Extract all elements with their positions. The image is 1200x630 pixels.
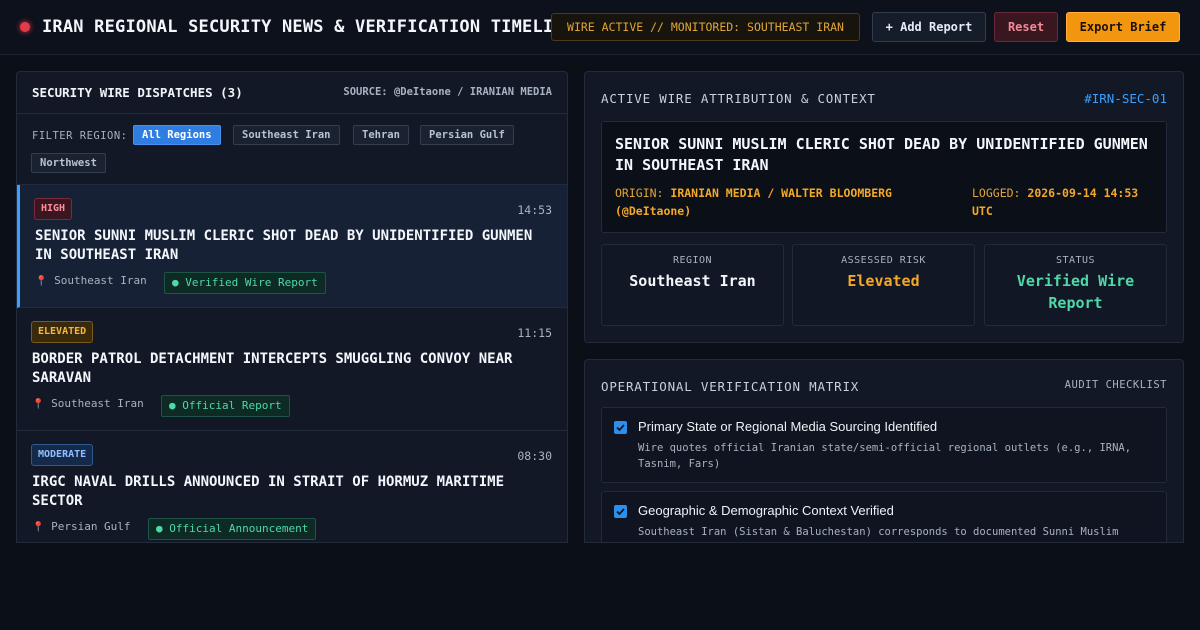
filter-chip-southeast-iran[interactable]: Southeast Iran xyxy=(233,125,340,145)
checkmark-icon xyxy=(616,424,625,432)
checklist-item: Geographic & Demographic Context Verifie… xyxy=(601,491,1167,542)
dispatch-time: 08:30 xyxy=(517,449,552,463)
reset-button[interactable]: Reset xyxy=(994,12,1058,42)
dispatch-title: IRGC NAVAL DRILLS ANNOUNCED IN STRAIT OF… xyxy=(32,474,505,509)
attribution-box: SENIOR SUNNI MUSLIM CLERIC SHOT DEAD BY … xyxy=(601,121,1167,233)
severity-badge: HIGH xyxy=(34,198,73,220)
export-brief-button[interactable]: Export Brief xyxy=(1066,12,1180,42)
attribution-id[interactable]: #IRN-SEC-01 xyxy=(1084,91,1167,106)
dispatch-card[interactable]: HIGH 14:53 SENIOR SUNNI MUSLIM CLERIC SH… xyxy=(17,185,567,308)
dispatch-status-badge: ● Verified Wire Report xyxy=(164,272,326,294)
top-bar: IRAN REGIONAL SECURITY NEWS & VERIFICATI… xyxy=(0,0,1200,55)
checklist-item: Primary State or Regional Media Sourcing… xyxy=(601,407,1167,483)
wire-status-badge: WIRE ACTIVE // MONITORED: SOUTHEAST IRAN xyxy=(551,13,860,41)
add-report-button[interactable]: + Add Report xyxy=(872,12,986,42)
live-indicator-icon xyxy=(20,22,30,32)
attribution-origin: ORIGIN: IRANIAN MEDIA / WALTER BLOOMBERG… xyxy=(615,186,892,218)
stat-region: REGION Southeast Iran xyxy=(601,244,784,326)
checklist-checkbox[interactable] xyxy=(614,505,627,518)
checklist-checkbox[interactable] xyxy=(614,421,627,434)
attribution-logged: LOGGED: 2026-09-14 14:53 UTC xyxy=(972,186,1139,218)
severity-badge: MODERATE xyxy=(31,444,94,466)
dispatch-status-badge: ● Official Report xyxy=(161,395,290,417)
dispatch-time: 11:15 xyxy=(517,326,552,340)
dispatch-location: 📍 Southeast Iran xyxy=(32,397,144,410)
stat-label: REGION xyxy=(672,255,713,266)
app-title: IRAN REGIONAL SECURITY NEWS & VERIFICATI… xyxy=(42,17,575,37)
checklist-description: Southeast Iran (Sistan & Baluchestan) co… xyxy=(638,526,1119,538)
dispatch-location: 📍 Persian Gulf xyxy=(32,520,131,533)
location-pin-icon: 📍 xyxy=(32,399,45,410)
attribution-title: ACTIVE WIRE ATTRIBUTION & CONTEXT xyxy=(601,91,876,106)
stat-value: Elevated xyxy=(847,272,920,290)
dispatches-panel: SECURITY WIRE DISPATCHES (3) SOURCE: @De… xyxy=(16,71,568,543)
verification-matrix-panel: OPERATIONAL VERIFICATION MATRIX AUDIT CH… xyxy=(584,359,1184,543)
attribution-headline: SENIOR SUNNI MUSLIM CLERIC SHOT DEAD BY … xyxy=(615,135,1148,174)
dispatch-card[interactable]: ELEVATED 11:15 BORDER PATROL DETACHMENT … xyxy=(17,308,567,431)
location-pin-icon: 📍 xyxy=(32,522,45,533)
region-filter-bar: FILTER REGION: All Regions Southeast Ira… xyxy=(17,114,567,185)
checklist-title: Geographic & Demographic Context Verifie… xyxy=(638,503,894,518)
dispatches-title: SECURITY WIRE DISPATCHES (3) xyxy=(32,85,243,100)
checkmark-icon xyxy=(616,508,625,516)
dispatches-source: SOURCE: @DeItaone / IRANIAN MEDIA xyxy=(343,86,552,98)
filter-label: FILTER REGION: xyxy=(32,130,128,142)
dispatch-title: BORDER PATROL DETACHMENT INTERCEPTS SMUG… xyxy=(32,351,513,386)
dispatch-time: 14:53 xyxy=(517,203,552,217)
dispatches-header: SECURITY WIRE DISPATCHES (3) SOURCE: @De… xyxy=(17,72,567,114)
dispatch-card[interactable]: MODERATE 08:30 IRGC NAVAL DRILLS ANNOUNC… xyxy=(17,431,567,542)
matrix-title: OPERATIONAL VERIFICATION MATRIX xyxy=(601,379,860,394)
dispatch-location: 📍 Southeast Iran xyxy=(35,274,147,287)
dispatch-title: SENIOR SUNNI MUSLIM CLERIC SHOT DEAD BY … xyxy=(35,228,533,263)
stat-value: Verified Wire Report xyxy=(1016,272,1135,312)
filter-chip-all-regions[interactable]: All Regions xyxy=(133,125,221,145)
stat-status: STATUS Verified Wire Report xyxy=(984,244,1167,326)
audit-checklist-label: AUDIT CHECKLIST xyxy=(1064,379,1167,391)
checklist-title: Primary State or Regional Media Sourcing… xyxy=(638,419,938,434)
checklist-description: Wire quotes official Iranian state/semi-… xyxy=(638,442,1132,470)
stat-label: ASSESSED RISK xyxy=(841,255,926,266)
filter-chip-northwest[interactable]: Northwest xyxy=(31,153,106,173)
stat-assessed-risk: ASSESSED RISK Elevated xyxy=(792,244,975,326)
location-pin-icon: 📍 xyxy=(35,276,48,287)
stat-value: Southeast Iran xyxy=(629,272,756,290)
dispatch-status-badge: ● Official Announcement xyxy=(148,518,317,540)
stat-label: STATUS xyxy=(1055,255,1096,266)
severity-badge: ELEVATED xyxy=(31,321,94,343)
filter-chip-persian-gulf[interactable]: Persian Gulf xyxy=(420,125,514,145)
attribution-panel: ACTIVE WIRE ATTRIBUTION & CONTEXT #IRN-S… xyxy=(584,71,1184,343)
filter-chip-tehran[interactable]: Tehran xyxy=(353,125,409,145)
